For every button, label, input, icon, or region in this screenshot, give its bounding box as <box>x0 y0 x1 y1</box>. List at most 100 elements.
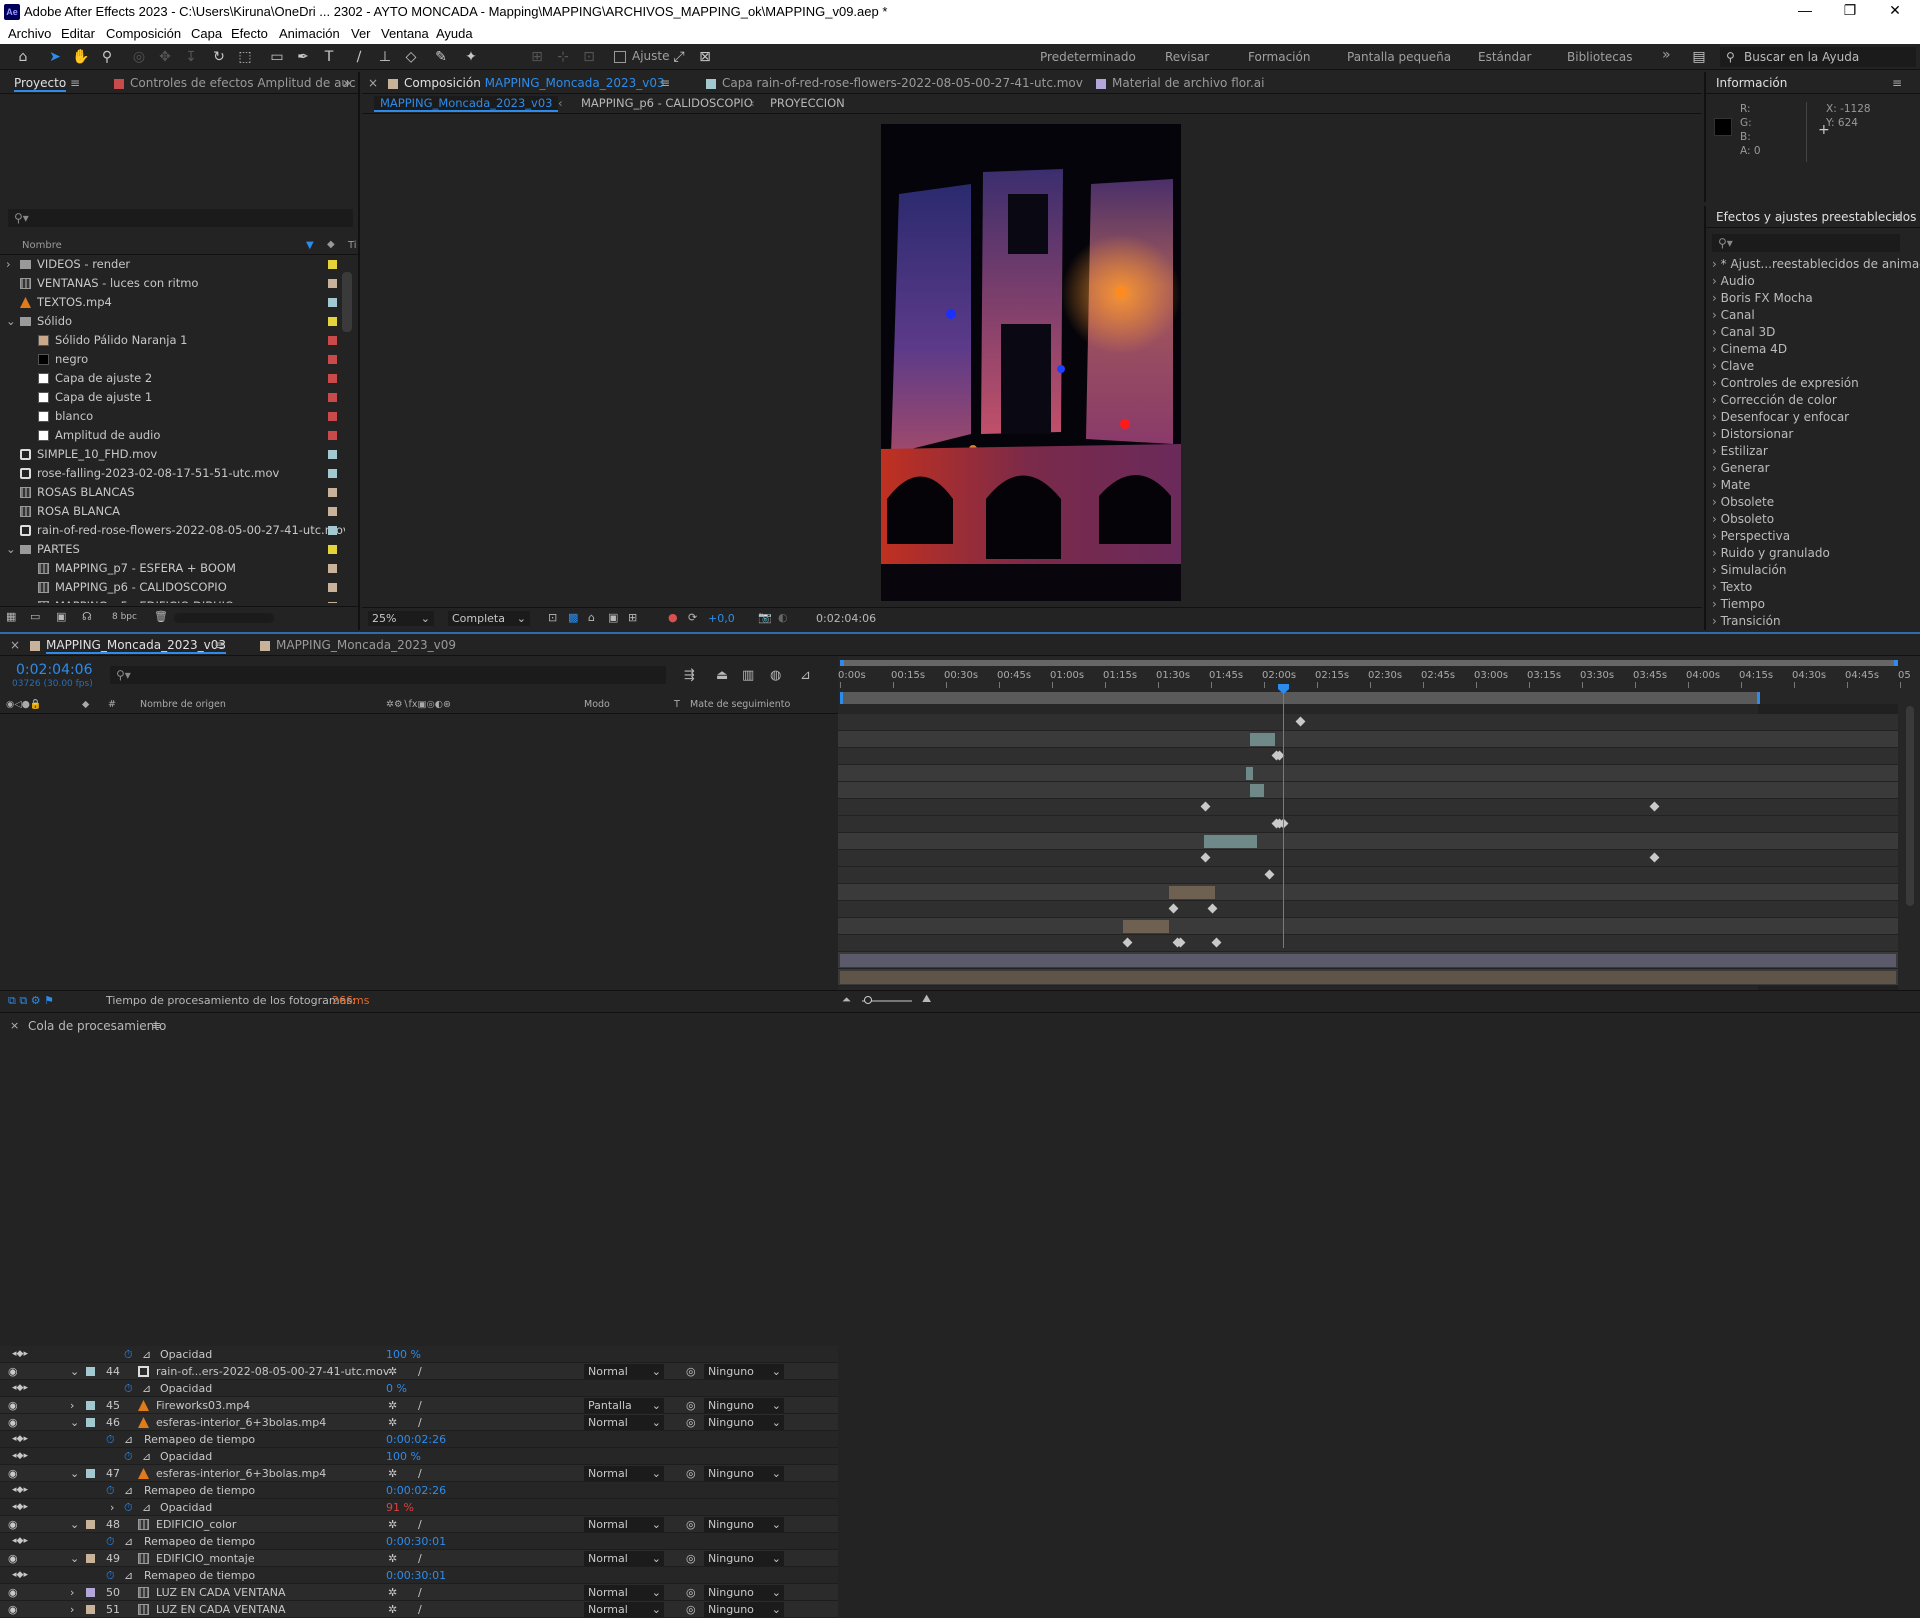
keyframe[interactable] <box>1207 903 1218 914</box>
track-row[interactable] <box>838 884 1898 901</box>
comp-mini-flowchart-icon[interactable]: ⇶ <box>684 668 695 683</box>
label-color-swatch[interactable] <box>328 431 337 440</box>
effects-category[interactable]: › Canal 3D <box>1712 325 1775 339</box>
keyframe-navigator-icon[interactable]: ◂◆▸ <box>12 1499 28 1516</box>
menu-ver[interactable]: Ver <box>351 26 371 41</box>
info-title[interactable]: Información <box>1716 76 1787 90</box>
property-value[interactable]: 0 % <box>386 1380 407 1397</box>
new-comp-icon[interactable]: ▣ <box>56 610 66 623</box>
layer-duration-bar[interactable] <box>840 971 1896 984</box>
track-row[interactable] <box>838 748 1898 765</box>
interpret-footage-icon[interactable]: ▦ <box>6 610 16 623</box>
delete-icon[interactable]: 🗑 <box>154 610 168 623</box>
current-timecode[interactable]: 0:02:04:06 <box>816 612 876 625</box>
project-item[interactable]: Capa de ajuste 2 <box>0 369 345 388</box>
menu-capa[interactable]: Capa <box>191 26 222 41</box>
label-color-swatch[interactable] <box>328 469 337 478</box>
layer-name[interactable]: rain-of...ers-2022-08-05-00-27-41-utc.mo… <box>156 1363 389 1380</box>
breadcrumb-item-3[interactable]: PROYECCION <box>770 96 845 110</box>
keyframe-navigator-icon[interactable]: ◂◆▸ <box>12 1448 28 1465</box>
expand-arrow-icon[interactable]: ⌄ <box>6 540 16 559</box>
effects-category[interactable]: › * Ajust...reestablecidos de animación <box>1712 257 1920 271</box>
project-item[interactable]: ROSAS BLANCAS <box>0 483 345 502</box>
label-color-swatch[interactable] <box>328 393 337 402</box>
track-matte-select[interactable]: Ninguno ⌄ <box>704 1551 784 1566</box>
effects-menu-icon[interactable]: ≡ <box>1892 210 1902 224</box>
workspace-pantalla-pequena[interactable]: Pantalla pequeña <box>1347 50 1451 64</box>
keyframe[interactable] <box>1168 903 1179 914</box>
tab-footage[interactable]: Material de archivo flor.ai <box>1096 76 1264 90</box>
show-snapshot-icon[interactable]: ◐ <box>778 611 788 624</box>
property-value[interactable]: 100 % <box>386 1346 421 1363</box>
pickwhip-icon[interactable]: ◎ <box>686 1414 696 1431</box>
label-color-swatch[interactable] <box>328 450 337 459</box>
col-nombre[interactable]: Nombre <box>22 240 62 251</box>
keyframe[interactable] <box>1200 852 1211 863</box>
track-matte-select[interactable]: Ninguno ⌄ <box>704 1585 784 1600</box>
quality-switch-icon[interactable]: ∕ <box>418 1601 422 1618</box>
col-matte[interactable]: Mate de seguimiento <box>690 699 790 710</box>
keyframe-navigator-icon[interactable]: ◂◆▸ <box>12 1431 28 1448</box>
stopwatch-icon[interactable]: ⏱ <box>106 1482 115 1499</box>
rotate-tool-icon[interactable]: ↻ <box>210 48 228 66</box>
label-color-swatch[interactable] <box>328 298 337 307</box>
timeline-menu-icon[interactable]: ≡ <box>214 638 224 652</box>
menu-composicion[interactable]: Composición <box>106 26 181 41</box>
label-color-swatch[interactable] <box>86 1605 95 1614</box>
home-icon[interactable]: ⌂ <box>14 48 32 66</box>
navigator-bar[interactable] <box>840 660 1898 666</box>
project-search-input[interactable]: ⚲▾ <box>8 209 353 227</box>
tab-composition[interactable]: Composición MAPPING_Moncada_2023_v03 <box>388 76 665 90</box>
layer-name[interactable]: LUZ EN CADA VENTANA <box>156 1584 286 1601</box>
keyframe[interactable] <box>1122 937 1133 948</box>
label-color-swatch[interactable] <box>328 602 337 603</box>
resolution-select[interactable]: Completa ⌄ <box>448 611 530 626</box>
zoom-tool-icon[interactable]: ⚲ <box>98 48 116 66</box>
layer-duration-bar[interactable] <box>1203 835 1257 848</box>
eraser-tool-icon[interactable]: ◇ <box>402 48 420 66</box>
keyframe[interactable] <box>1264 869 1274 880</box>
layer-name[interactable]: esferas-interior_6+3bolas.mp4 <box>156 1465 326 1482</box>
expand-arrow-icon[interactable]: ⌄ <box>70 1516 79 1533</box>
shy-switch-icon[interactable]: ✲ <box>388 1516 397 1533</box>
blend-mode-select[interactable]: Normal ⌄ <box>584 1551 664 1566</box>
label-color-swatch[interactable] <box>86 1554 95 1563</box>
label-color-swatch[interactable] <box>86 1367 95 1376</box>
effects-category[interactable]: › Simulación <box>1712 563 1786 577</box>
track-row[interactable] <box>838 799 1898 816</box>
comp-menu-icon[interactable]: ≡ <box>660 76 670 90</box>
effects-category[interactable]: › Obsolete <box>1712 495 1774 509</box>
orbit-tool-icon[interactable]: ◎ <box>130 48 148 66</box>
view-axis-icon[interactable]: ⊡ <box>580 48 598 66</box>
stopwatch-icon[interactable]: ⏱ <box>124 1499 133 1516</box>
shy-switch-icon[interactable]: ✲ <box>388 1397 397 1414</box>
quality-switch-icon[interactable]: ∕ <box>418 1414 422 1431</box>
grid-guides-icon[interactable]: ⊞ <box>628 611 637 624</box>
project-item[interactable]: negro <box>0 350 345 369</box>
effects-category[interactable]: › Desenfocar y enfocar <box>1712 410 1849 424</box>
keyframe-navigator-icon[interactable]: ◂◆▸ <box>12 1380 28 1397</box>
render-queue-menu-icon[interactable]: ≡ <box>152 1019 161 1032</box>
expand-arrow-icon[interactable]: ⌄ <box>6 312 16 331</box>
blend-mode-select[interactable]: Normal ⌄ <box>584 1415 664 1430</box>
blend-mode-select[interactable]: Normal ⌄ <box>584 1602 664 1617</box>
pickwhip-icon[interactable]: ◎ <box>686 1601 696 1618</box>
track-row[interactable] <box>838 765 1898 782</box>
expand-arrow-icon[interactable]: ⌄ <box>70 1363 79 1380</box>
roto-brush-tool-icon[interactable]: ✎ <box>432 48 450 66</box>
stopwatch-icon[interactable]: ⏱ <box>106 1567 115 1584</box>
quality-switch-icon[interactable]: ∕ <box>418 1465 422 1482</box>
effects-category[interactable]: › Texto <box>1712 580 1752 594</box>
mask-visibility-icon[interactable]: ⌂ <box>588 611 595 624</box>
label-color-swatch[interactable] <box>328 279 337 288</box>
blend-mode-select[interactable]: Pantalla ⌄ <box>584 1398 664 1413</box>
effects-category[interactable]: › Estilizar <box>1712 444 1768 458</box>
stopwatch-icon[interactable]: ⏱ <box>106 1533 115 1550</box>
effects-search-input[interactable]: ⚲▾ <box>1712 234 1900 252</box>
eye-icon[interactable]: ◉ <box>8 1363 18 1380</box>
frame-blending-icon[interactable]: ◍ <box>770 668 781 683</box>
blend-mode-select[interactable]: Normal ⌄ <box>584 1585 664 1600</box>
new-folder-icon[interactable]: ▭ <box>30 610 40 623</box>
eye-icon[interactable]: ◉ <box>8 1601 18 1618</box>
layer-duration-bar[interactable] <box>840 954 1896 967</box>
